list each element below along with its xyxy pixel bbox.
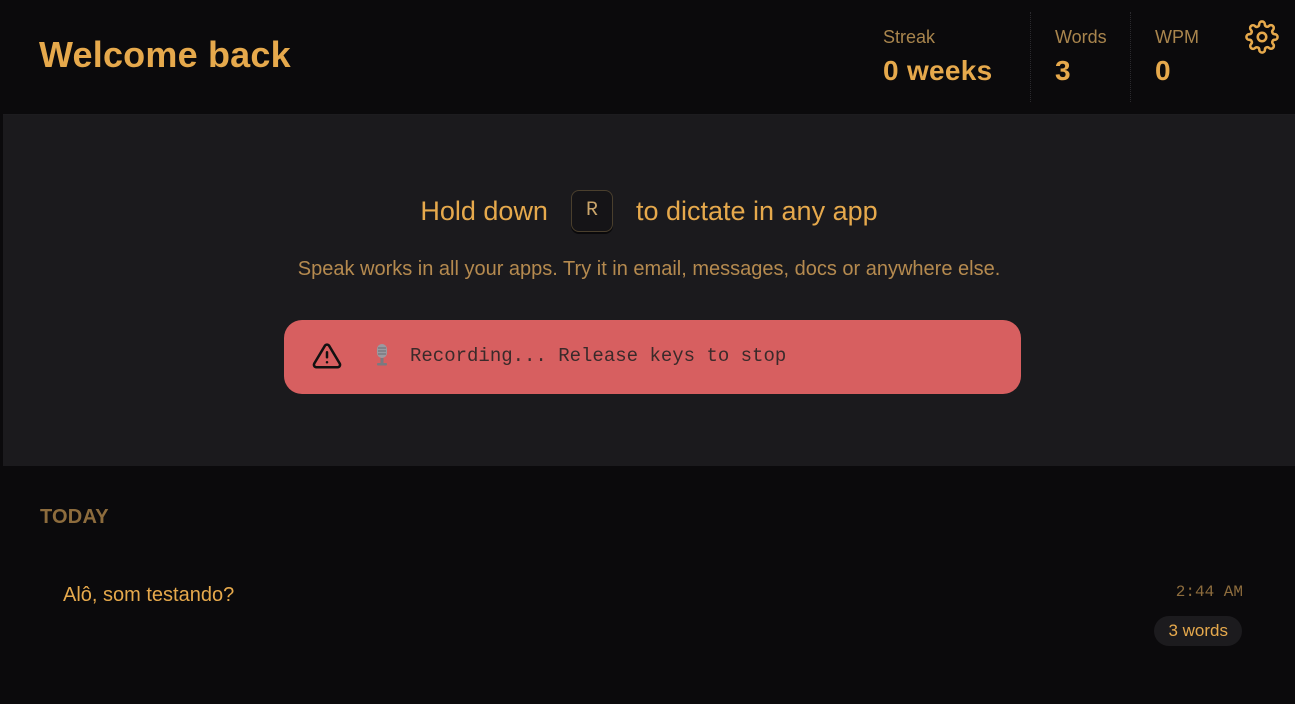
header: Welcome back Streak 0 weeks Words 3 WPM … <box>3 0 1295 115</box>
hold-suffix: to dictate in any app <box>635 195 878 226</box>
transcript-time: 2:44 AM <box>1175 583 1243 601</box>
stat-label: Streak <box>883 27 936 47</box>
stat-label: Words <box>1055 27 1107 47</box>
dictation-panel: Hold down R to dictate in any app Speak … <box>3 115 1295 466</box>
divider <box>1130 12 1131 102</box>
gear-icon <box>1245 20 1279 54</box>
dictation-subtitle: Speak works in all your apps. Try it in … <box>297 258 1001 280</box>
transcript-text: Alô, som testando? <box>63 584 235 606</box>
microphone-icon <box>377 344 387 366</box>
stat-value: 0 <box>1155 55 1171 86</box>
hotkey-instruction: Hold down R to dictate in any app <box>3 189 1295 233</box>
hotkey-badge: R <box>570 190 613 232</box>
stat-value: 3 <box>1055 55 1071 86</box>
divider <box>1030 12 1031 102</box>
page-title: Welcome back <box>39 34 291 75</box>
recording-alert: Recording... Release keys to stop <box>284 320 1021 394</box>
warning-icon <box>312 343 342 369</box>
section-label-today: TODAY <box>40 506 109 528</box>
stat-value: 0 weeks <box>883 55 993 86</box>
hold-prefix: Hold down <box>420 195 548 226</box>
recording-message: Recording... Release keys to stop <box>410 345 787 367</box>
settings-button[interactable] <box>1245 20 1279 54</box>
word-count-badge: 3 words <box>1154 616 1242 646</box>
stat-label: WPM <box>1155 27 1199 47</box>
